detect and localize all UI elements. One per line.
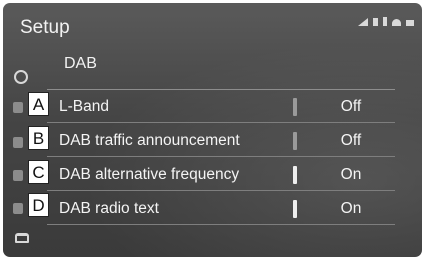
callout-label: C (28, 160, 49, 184)
setting-value: Off (340, 132, 362, 149)
setting-row-radio-text[interactable]: DAB radio text On (47, 192, 395, 225)
setting-value: On (340, 166, 362, 183)
setting-row-traffic-announcement[interactable]: DAB traffic announcement Off (47, 124, 395, 157)
bluetooth-icon (383, 17, 387, 26)
divider (47, 190, 395, 191)
setting-value: Off (340, 98, 362, 115)
setting-label: DAB alternative frequency (59, 166, 240, 183)
setting-label: DAB radio text (59, 200, 159, 217)
section-title: DAB (64, 55, 97, 72)
divider (47, 122, 395, 123)
toggle-indicator (293, 98, 297, 116)
menu-icon[interactable] (13, 170, 23, 181)
toggle-indicator (293, 166, 297, 184)
toggle-indicator (293, 200, 297, 218)
callout-label: B (28, 126, 49, 150)
status-bar (358, 17, 414, 26)
menu-icon[interactable] (13, 102, 23, 113)
divider (47, 224, 395, 225)
callout-label: D (28, 193, 49, 217)
car-icon (406, 20, 414, 26)
gear-icon[interactable] (14, 70, 28, 84)
divider (47, 156, 395, 157)
toggle-indicator (293, 132, 297, 150)
signal-icon (358, 18, 368, 26)
page-title: Setup (20, 17, 70, 38)
setup-screen: Setup DAB L-Band Off DAB traffic announc… (3, 3, 422, 257)
battery-icon (373, 18, 378, 26)
setting-row-l-band[interactable]: L-Band Off (47, 90, 395, 123)
setting-label: DAB traffic announcement (59, 132, 240, 149)
menu-icon[interactable] (13, 137, 23, 148)
setting-row-alternative-frequency[interactable]: DAB alternative frequency On (47, 158, 395, 191)
callout-label: A (28, 92, 49, 116)
side-menu (3, 59, 39, 257)
car-settings-icon[interactable] (15, 233, 29, 243)
setting-label: L-Band (59, 98, 109, 115)
menu-icon[interactable] (13, 203, 23, 214)
wifi-icon (392, 19, 401, 26)
setting-value: On (340, 200, 362, 217)
